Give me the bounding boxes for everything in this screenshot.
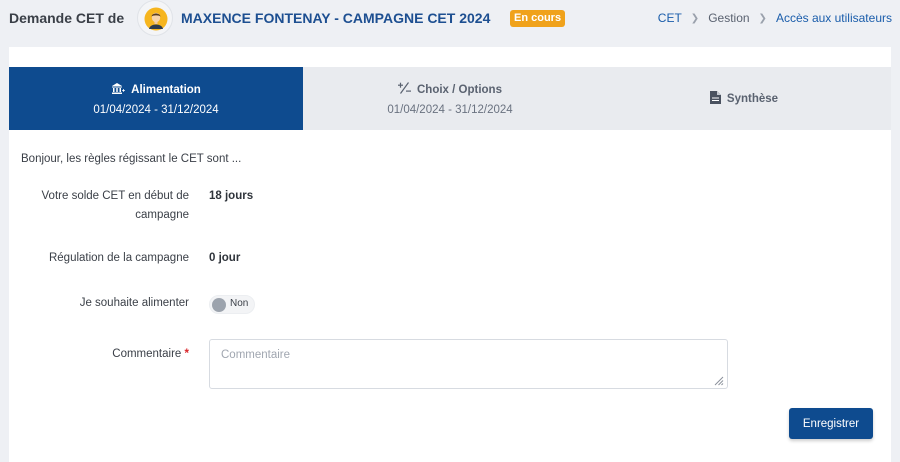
alimenter-toggle[interactable]: Non (209, 295, 255, 314)
user-avatar-icon (137, 0, 173, 36)
toggle-label: Non (230, 298, 249, 309)
tab-choix-options[interactable]: Choix / Options 01/04/2024 - 31/12/2024 (303, 67, 597, 130)
required-asterisk: * (184, 348, 189, 360)
regulation-label: Régulation de la campagne (48, 252, 189, 264)
status-badge: En cours (510, 10, 566, 27)
chevron-right-icon: ❯ (690, 12, 700, 24)
solde-value: 18 jours (209, 190, 254, 202)
tab-dates: 01/04/2024 - 31/12/2024 (387, 104, 513, 116)
page-title: MAXENCE FONTENAY - CAMPAGNE CET 2024 (181, 10, 491, 26)
resize-handle-icon[interactable] (714, 376, 724, 386)
tab-synthese[interactable]: Synthèse (597, 67, 891, 130)
document-icon (709, 91, 721, 107)
bank-plus-icon (111, 82, 125, 98)
breadcrumb-gestion: Gestion (708, 11, 750, 25)
breadcrumb-acces-utilisateurs[interactable]: Accès aux utilisateurs (776, 11, 892, 25)
commentaire-label: Commentaire * (112, 348, 189, 360)
tab-label: Synthèse (726, 93, 779, 105)
tab-label: Choix / Options (417, 83, 502, 96)
alimenter-label: Je souhaite alimenter (79, 297, 189, 309)
breadcrumb-cet[interactable]: CET (658, 11, 682, 25)
tab-dates: 01/04/2024 - 31/12/2024 (93, 104, 219, 116)
chevron-right-icon: ❯ (758, 12, 767, 24)
commentaire-textarea[interactable] (209, 339, 728, 389)
tab-alimentation[interactable]: Alimentation 01/04/2024 - 31/12/2024 (9, 67, 303, 130)
tab-label: Alimentation (131, 84, 201, 96)
regulation-value: 0 jour (209, 252, 241, 264)
save-button[interactable]: Enregistrer (789, 408, 873, 439)
toggle-knob (212, 298, 226, 312)
breadcrumb: CET ❯ Gestion ❯ Accès aux utilisateurs (658, 11, 892, 25)
plus-minus-icon (398, 82, 411, 97)
step-tabs: Alimentation 01/04/2024 - 31/12/2024 Cho… (9, 67, 891, 130)
page-header: Demande CET de MAXENCE FONTENAY - CAMPAG… (0, 0, 900, 36)
cet-rules-intro: Bonjour, les règles régissant le CET son… (21, 153, 242, 165)
page-title-prefix: Demande CET de (9, 10, 125, 26)
solde-label: Votre solde CET en début de campagne (41, 190, 189, 221)
